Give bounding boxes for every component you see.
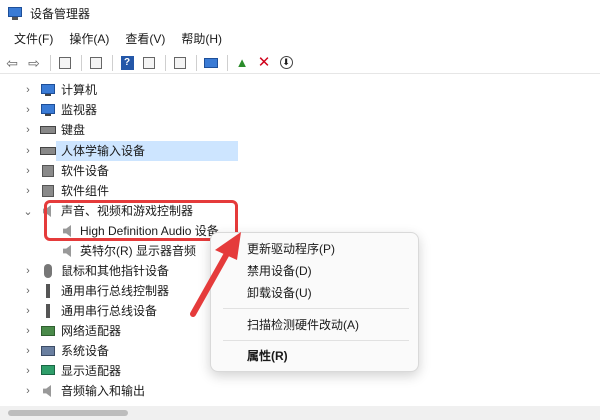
tree-item-label: 网络适配器: [61, 324, 122, 338]
chevron-right-icon[interactable]: ›: [22, 361, 34, 381]
context-menu: 更新驱动程序(P) 禁用设备(D) 卸载设备(U) 扫描检测硬件改动(A) 属性…: [210, 232, 419, 372]
tree-item-label: 鼠标和其他指针设备: [61, 264, 170, 278]
menu-file[interactable]: 文件(F): [6, 30, 61, 47]
menu-view[interactable]: 查看(V): [117, 30, 173, 47]
toolbar-separator: [196, 54, 197, 71]
tree-view-icon: [59, 56, 71, 69]
chevron-right-icon[interactable]: ›: [22, 120, 34, 140]
menu-update-driver[interactable]: 更新驱动程序(P): [211, 237, 420, 259]
tree-item-label: 系统设备: [61, 344, 110, 358]
window-title: 设备管理器: [30, 6, 91, 21]
device-manager-icon: [8, 6, 22, 20]
chevron-right-icon[interactable]: ›: [22, 100, 34, 120]
disable-icon: ⬇: [279, 56, 293, 69]
menu-separator: [223, 308, 409, 309]
printer-icon: [174, 56, 186, 69]
tree-item-label: 监视器: [61, 103, 98, 117]
horizontal-scrollbar[interactable]: [0, 406, 600, 420]
toolbar-separator: [81, 54, 82, 71]
chevron-right-icon[interactable]: ›: [22, 381, 34, 401]
menu-uninstall-device[interactable]: 卸载设备(U): [211, 281, 420, 303]
monitor-icon: [40, 102, 56, 118]
menu-bar: 文件(F) 操作(A) 查看(V) 帮助(H): [0, 28, 230, 48]
title-bar: 设备管理器: [0, 0, 600, 26]
menu-disable-device[interactable]: 禁用设备(D): [211, 259, 420, 281]
network-icon: [40, 323, 56, 339]
menu-help[interactable]: 帮助(H): [173, 30, 230, 47]
tree-item-label: 软件组件: [61, 184, 110, 198]
chevron-right-icon[interactable]: ›: [22, 321, 34, 341]
help-icon: ?: [120, 55, 134, 70]
chevron-down-icon[interactable]: ⌄: [22, 201, 34, 221]
computer-icon: [40, 82, 56, 98]
tree-item-label: 音频输入和输出: [61, 384, 146, 398]
menu-scan-hardware[interactable]: 扫描检测硬件改动(A): [211, 313, 420, 335]
properties-button[interactable]: [86, 53, 106, 73]
chevron-right-icon[interactable]: ›: [22, 261, 34, 281]
update-driver-button[interactable]: ▲: [232, 53, 252, 73]
tree-item-label: 英特尔(R) 显示器音频: [80, 244, 196, 258]
help-button[interactable]: ?: [117, 53, 137, 73]
chevron-right-icon[interactable]: ›: [22, 301, 34, 321]
back-icon: ⇦: [6, 54, 18, 71]
show-hide-tree-button[interactable]: [55, 53, 75, 73]
display-adapter-icon: [40, 363, 56, 379]
back-button[interactable]: ⇦: [2, 53, 22, 73]
chevron-right-icon[interactable]: ›: [22, 80, 34, 100]
tree-item-label: 人体学输入设备: [61, 144, 146, 158]
chevron-right-icon[interactable]: ›: [22, 141, 34, 161]
toolbar-separator: [50, 54, 51, 71]
print-button[interactable]: [170, 53, 190, 73]
menu-properties[interactable]: 属性(R): [211, 344, 420, 366]
tree-item-label: 通用串行总线设备: [61, 304, 158, 318]
uninstall-button[interactable]: ✕: [254, 53, 274, 73]
tree-item-label: 通用串行总线控制器: [61, 284, 170, 298]
list-view-button[interactable]: [139, 53, 159, 73]
scan-icon: [204, 57, 218, 68]
forward-icon: ⇨: [28, 54, 40, 71]
chevron-right-icon[interactable]: ›: [22, 161, 34, 181]
menu-action[interactable]: 操作(A): [61, 30, 117, 47]
scan-hardware-button[interactable]: [201, 53, 221, 73]
hid-icon: [40, 143, 56, 159]
tree-item-label: 显示适配器: [61, 364, 122, 378]
list-view-icon: [143, 56, 155, 69]
speaker-icon: [60, 243, 76, 259]
uninstall-icon: ✕: [257, 54, 271, 71]
usb-icon: [40, 303, 56, 319]
properties-icon: [90, 56, 102, 69]
audio-io-icon: [40, 383, 56, 399]
usb-icon: [40, 283, 56, 299]
tree-item-label: 键盘: [61, 123, 86, 137]
chevron-right-icon[interactable]: ›: [22, 281, 34, 301]
toolbar-separator: [112, 54, 113, 71]
chevron-right-icon[interactable]: ›: [22, 181, 34, 201]
device-manager-window: 设备管理器 文件(F) 操作(A) 查看(V) 帮助(H) ⇦ ⇨ ? ▲ ✕ …: [0, 0, 600, 420]
toolbar-separator: [165, 54, 166, 71]
forward-button[interactable]: ⇨: [24, 53, 44, 73]
tree-item-label: 软件设备: [61, 164, 110, 178]
scrollbar-thumb[interactable]: [8, 410, 128, 416]
system-icon: [40, 343, 56, 359]
software-device-icon: [40, 163, 56, 179]
toolbar-separator: [227, 54, 228, 71]
keyboard-icon: [40, 122, 56, 138]
software-component-icon: [40, 183, 56, 199]
toolbar: ⇦ ⇨ ? ▲ ✕ ⬇: [0, 52, 600, 74]
mouse-icon: [40, 263, 56, 279]
tree-item-label: 计算机: [61, 83, 98, 97]
chevron-right-icon[interactable]: ›: [22, 341, 34, 361]
menu-separator: [223, 340, 409, 341]
update-driver-icon: ▲: [235, 55, 249, 70]
annotation-highlight-box: [44, 200, 238, 241]
disable-button[interactable]: ⬇: [276, 53, 296, 73]
